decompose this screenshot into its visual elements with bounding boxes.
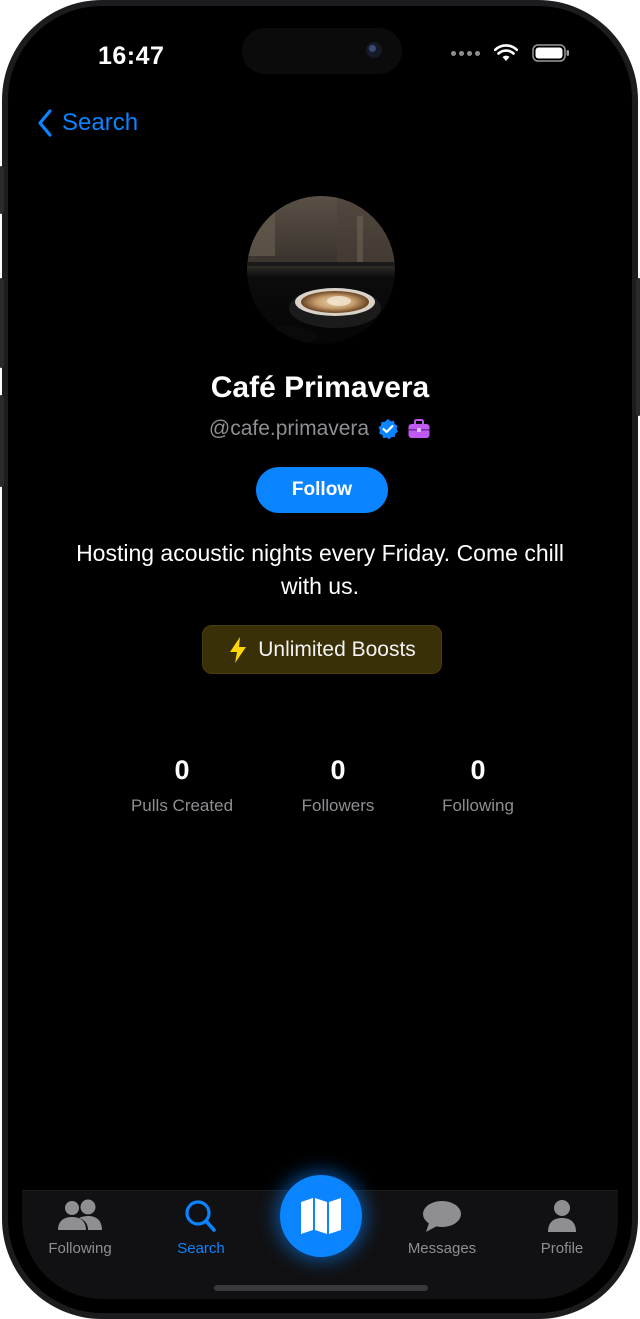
map-icon — [301, 1198, 341, 1234]
avatar — [247, 196, 395, 344]
dynamic-island — [242, 28, 402, 74]
people-icon — [58, 1199, 102, 1230]
chat-bubble-icon — [423, 1201, 461, 1232]
tab-following[interactable]: Following — [25, 1199, 135, 1257]
profile-stats: 0 Pulls Created 0 Followers 0 Following — [22, 755, 618, 825]
stat-label: Following — [442, 796, 514, 815]
action-button — [0, 166, 4, 214]
tab-label: Following — [48, 1240, 112, 1257]
stat-pulls-created: 0 Pulls Created — [102, 755, 262, 816]
tab-bar: Following Search Messages Profile — [22, 1175, 618, 1299]
volume-up-button — [0, 278, 4, 368]
tab-label: Search — [177, 1240, 225, 1257]
stat-label: Pulls Created — [130, 796, 234, 815]
search-icon — [185, 1200, 216, 1232]
map-button[interactable] — [280, 1175, 362, 1257]
stat-value: 0 — [470, 755, 486, 785]
camera-icon — [366, 42, 382, 58]
power-button — [636, 278, 640, 416]
wifi-icon — [494, 44, 518, 61]
unlimited-boosts-badge: Unlimited Boosts — [202, 625, 442, 674]
volume-down-button — [0, 395, 4, 487]
back-label: Search — [62, 109, 139, 136]
profile-handle: @cafe.primavera — [208, 417, 370, 440]
verified-badge-icon — [378, 419, 399, 440]
tab-label: Profile — [540, 1240, 584, 1257]
tab-search[interactable]: Search — [146, 1199, 256, 1257]
boost-label: Unlimited Boosts — [258, 637, 416, 661]
follow-button[interactable]: Follow — [256, 467, 388, 513]
business-briefcase-icon — [408, 419, 430, 438]
profile-bio: Hosting acoustic nights every Friday. Co… — [76, 540, 564, 599]
screen: 16:47 Search Café Primavera @cafe.primav… — [22, 20, 618, 1299]
chevron-left-icon — [38, 109, 52, 137]
home-indicator — [214, 1285, 428, 1291]
status-time: 16:47 — [98, 42, 165, 70]
lightning-bolt-icon — [230, 636, 247, 663]
phone-frame: 16:47 Search Café Primavera @cafe.primav… — [0, 0, 640, 1319]
stat-label: Followers — [301, 796, 375, 815]
tab-messages[interactable]: Messages — [387, 1199, 497, 1257]
status-bar: 16:47 — [22, 20, 618, 90]
battery-icon — [532, 44, 569, 62]
stat-following[interactable]: 0 Following — [398, 755, 558, 816]
profile-name: Café Primavera — [210, 371, 430, 404]
stat-followers[interactable]: 0 Followers — [258, 755, 418, 816]
status-icons — [451, 44, 570, 62]
tab-label: Messages — [407, 1240, 477, 1257]
cellular-dots-icon — [451, 50, 480, 56]
tab-profile[interactable]: Profile — [507, 1199, 617, 1257]
back-button[interactable]: Search — [36, 108, 138, 138]
stat-value: 0 — [174, 755, 190, 785]
stat-value: 0 — [330, 755, 346, 785]
handle-row: @cafe.primavera — [22, 417, 618, 441]
person-icon — [548, 1200, 576, 1232]
